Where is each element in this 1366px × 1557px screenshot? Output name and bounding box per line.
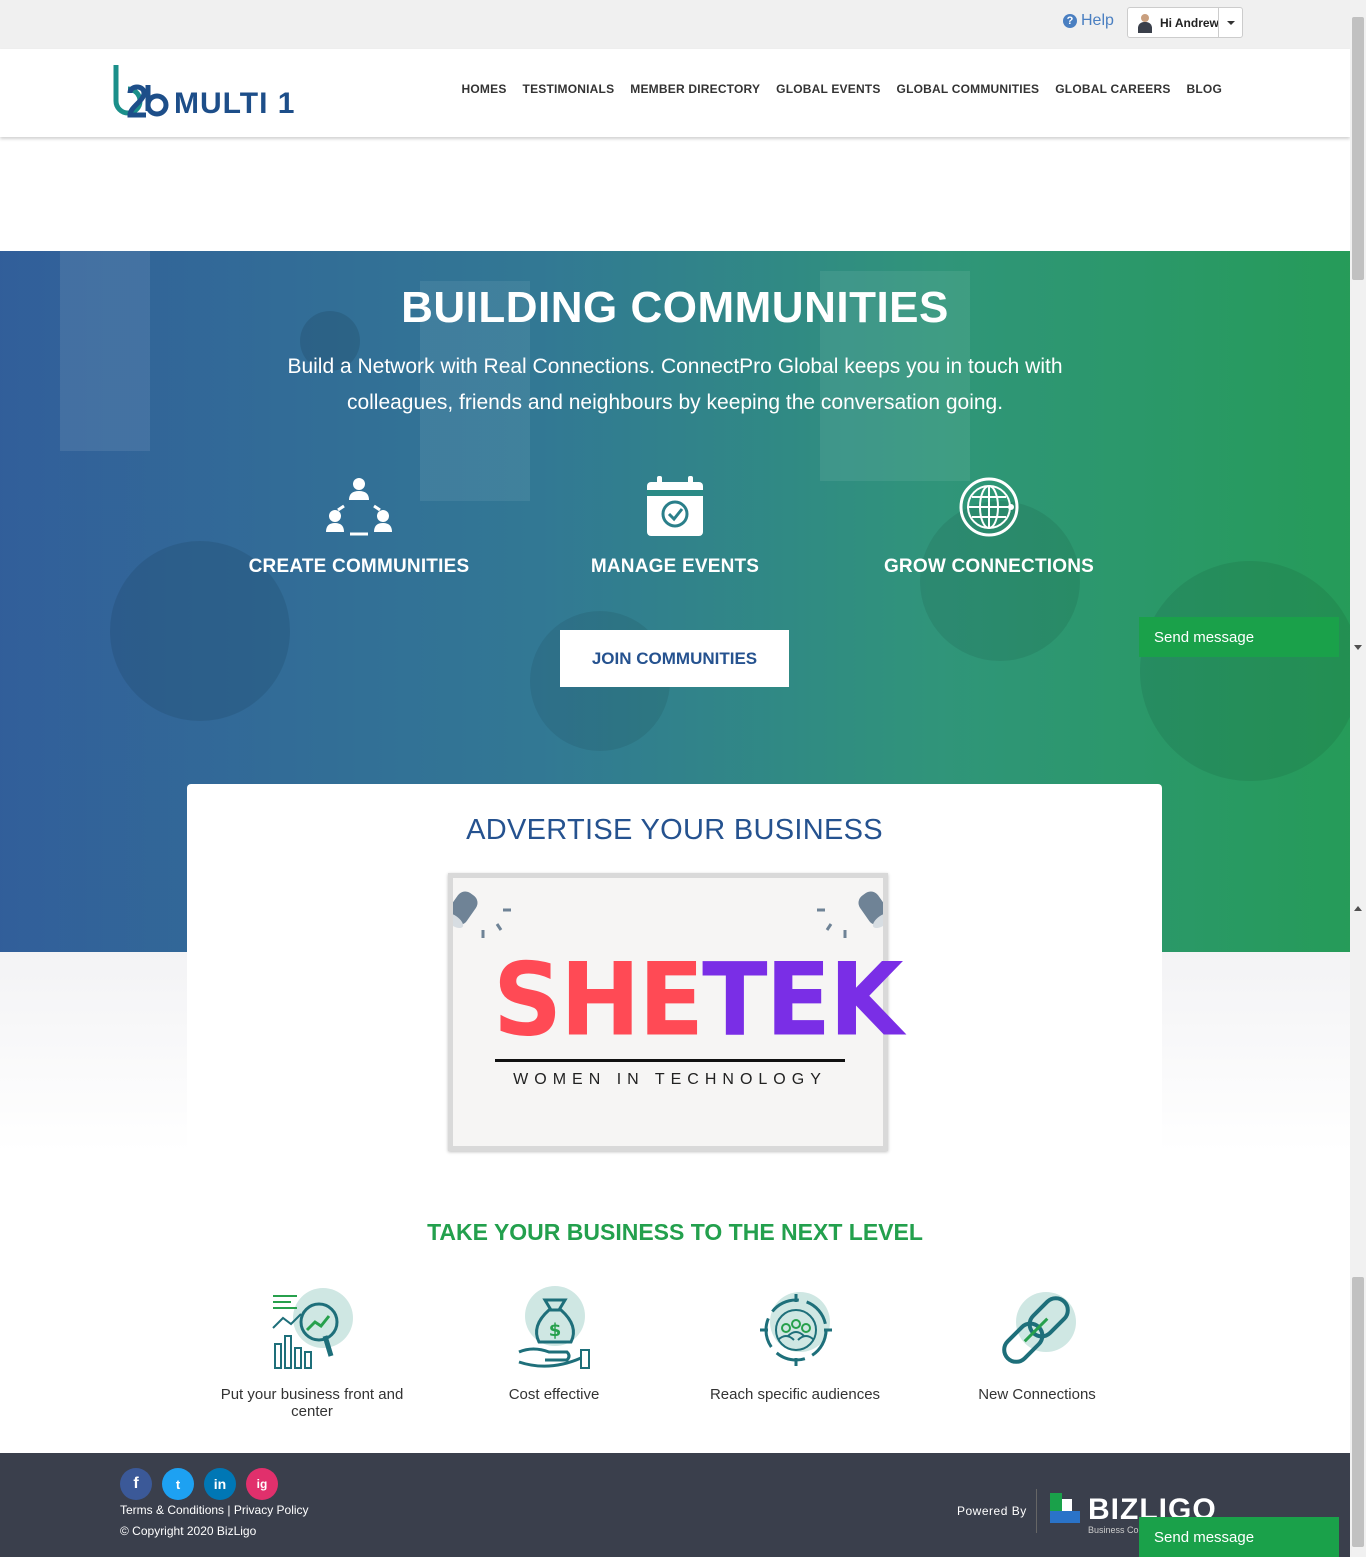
user-greeting: Hi Andrew [1160,15,1219,30]
send-message-button[interactable]: Send message [1139,617,1339,657]
shetek-wordmark: SHE TEK [493,941,904,1059]
community-icon [326,478,392,536]
advertise-card: ADVERTISE YOUR BUSINESS SHE TEK WOMEN IN … [187,784,1162,1204]
scroll-down-icon[interactable] [1354,645,1362,650]
instagram-icon[interactable]: ig [246,1468,278,1500]
top-utility-bar: ? Help Hi Andrew [0,0,1350,49]
shetek-she: SHE [493,941,704,1059]
join-communities-button[interactable]: JOIN COMMUNITIES [560,630,789,687]
nav-member-directory[interactable]: MEMBER DIRECTORY [630,82,760,96]
hero-title: BUILDING COMMUNITIES [401,283,949,332]
caret-down-icon[interactable] [1218,8,1242,37]
site-logo[interactable]: MULTI 1 [112,63,312,123]
benefit-front-center: Put your business front and center [202,1286,422,1420]
analytics-icon [272,1288,353,1369]
globe-icon [959,477,1019,537]
target-audience-icon [760,1292,832,1366]
benefit-label: Put your business front and center [220,1386,404,1420]
scroll-up-icon[interactable] [1354,906,1362,911]
send-message-button-bottom[interactable]: Send message [1139,1517,1339,1557]
help-label: Help [1081,12,1114,29]
footer-divider [1036,1489,1037,1533]
feature-label: CREATE COMMUNITIES [248,556,470,577]
benefit-label: Reach specific audiences [709,1386,881,1403]
next-level-title: TAKE YOUR BUSINESS TO THE NEXT LEVEL [427,1219,923,1245]
nav-global-careers[interactable]: GLOBAL CAREERS [1055,82,1170,96]
terms-link[interactable]: Terms & Conditions [120,1503,224,1517]
nav-homes[interactable]: HOMES [462,82,507,96]
feature-label: MANAGE EVENTS [590,556,760,577]
ad-banner[interactable]: SHE TEK WOMEN IN TECHNOLOGY [448,873,904,1151]
benefit-reach-audiences: Reach specific audiences [685,1286,905,1403]
facebook-icon[interactable]: f [120,1468,152,1500]
benefit-new-connections: New Connections [927,1286,1147,1403]
footer-separator: | [227,1503,231,1517]
privacy-link[interactable]: Privacy Policy [234,1503,309,1517]
shetek-tek: TEK [702,941,903,1059]
main-header: MULTI 1 HOMES TESTIMONIALS MEMBER DIRECT… [0,49,1350,137]
shetek-divider [495,1059,845,1062]
bizligo-sub: Business Co [1088,1525,1139,1535]
benefit-label: Cost effective [508,1386,600,1403]
benefit-label: New Connections [978,1386,1096,1403]
linkedin-icon[interactable]: in [204,1468,236,1500]
benefit-cost-effective: $ Cost effective [444,1286,664,1403]
nav-global-communities[interactable]: GLOBAL COMMUNITIES [897,82,1040,96]
hero-subtitle: Build a Network with Real Connections. C… [287,355,1063,414]
money-bag-icon: $ [518,1286,590,1369]
user-menu-button[interactable]: Hi Andrew [1127,7,1243,38]
copyright: © Copyright 2020 BizLigo [120,1524,257,1538]
footer-links: Terms & Conditions | Privacy Policy [120,1503,309,1517]
feature-manage-events: MANAGE EVENTS [545,476,805,578]
question-circle-icon: ? [1063,14,1077,28]
nav-testimonials[interactable]: TESTIMONIALS [523,82,615,96]
avatar [1136,13,1154,33]
social-links: f t in ig [120,1468,278,1500]
logo-text: MULTI 1 [174,87,296,120]
chain-link-icon [1002,1292,1076,1364]
nav-global-events[interactable]: GLOBAL EVENTS [776,82,880,96]
page-scrollbar[interactable] [1350,0,1366,1557]
advertise-title: ADVERTISE YOUR BUSINESS [466,814,883,846]
shetek-tagline: WOMEN IN TECHNOLOGY [513,1071,827,1088]
help-link[interactable]: ? Help [1063,12,1114,30]
nav-blog[interactable]: BLOG [1187,82,1222,96]
scrollbar-thumb-lower[interactable] [1352,1277,1364,1547]
twitter-icon[interactable]: t [162,1468,194,1500]
feature-label: GROW CONNECTIONS [883,556,1095,577]
scrollbar-thumb[interactable] [1352,17,1364,280]
feature-create-communities: CREATE COMMUNITIES [229,476,489,578]
b2b-logo-icon [113,65,169,118]
feature-grow-connections: GROW CONNECTIONS [859,476,1119,578]
main-nav: HOMES TESTIMONIALS MEMBER DIRECTORY GLOB… [462,82,1222,96]
bizligo-mark-icon [1050,1493,1080,1523]
bizligo-logo[interactable]: BIZLIGO Business Co [1048,1491,1216,1535]
powered-by-label: Powered By [957,1504,1027,1518]
calendar-check-icon [647,476,703,536]
svg-text:$: $ [549,1320,562,1341]
